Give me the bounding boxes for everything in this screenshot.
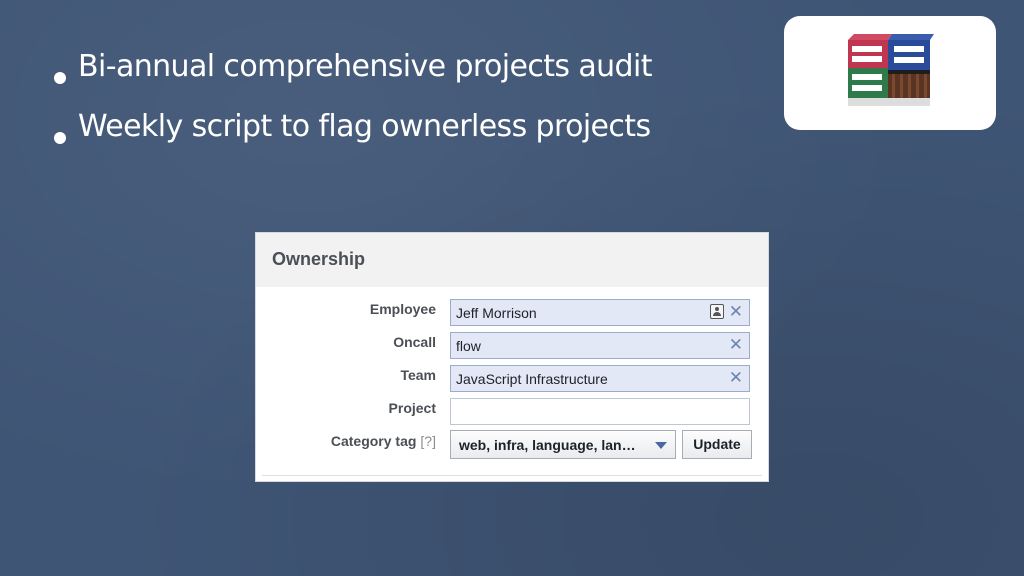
panel-header: Ownership xyxy=(256,233,768,287)
oncall-value: flow xyxy=(456,338,481,354)
category-tag-value: web, infra, language, lan… xyxy=(459,437,636,453)
category-tag-select[interactable]: web, infra, language, lan… xyxy=(450,430,676,459)
project-input[interactable] xyxy=(450,398,750,425)
archive-boxes-icon xyxy=(848,34,934,106)
bullet-text: Bi-annual comprehensive projects audit xyxy=(78,49,652,84)
team-field[interactable]: JavaScript Infrastructure ✕ xyxy=(450,365,750,392)
bullet-text: Weekly script to flag ownerless projects xyxy=(78,109,651,144)
category-tag-label: Category tag [?] xyxy=(256,433,436,449)
bullet-item: Weekly script to flag ownerless projects xyxy=(36,109,652,144)
dropdown-caret-icon xyxy=(655,442,667,449)
remove-team-icon[interactable]: ✕ xyxy=(729,368,743,388)
remove-oncall-icon[interactable]: ✕ xyxy=(729,335,743,355)
oncall-field[interactable]: flow ✕ xyxy=(450,332,750,359)
oncall-label: Oncall xyxy=(393,334,436,350)
bullet-list: Bi-annual comprehensive projects audit W… xyxy=(36,52,652,172)
logo-card xyxy=(784,16,996,130)
update-button[interactable]: Update xyxy=(682,430,752,459)
project-label: Project xyxy=(388,400,436,416)
employee-label: Employee xyxy=(369,301,436,317)
ownership-panel: Ownership Employee Jeff Morrison ✕ Oncal… xyxy=(255,232,769,482)
bullet-dot-icon xyxy=(54,132,66,144)
bullet-dot-icon xyxy=(54,72,66,84)
category-tag-text: Category tag xyxy=(330,433,417,449)
team-value: JavaScript Infrastructure xyxy=(456,371,608,387)
employee-field[interactable]: Jeff Morrison ✕ xyxy=(450,299,750,326)
employee-value: Jeff Morrison xyxy=(456,305,537,321)
category-help-link[interactable]: [?] xyxy=(420,433,436,449)
bullet-item: Bi-annual comprehensive projects audit xyxy=(36,49,652,84)
person-card-icon[interactable] xyxy=(710,304,724,319)
panel-title: Ownership xyxy=(272,249,366,269)
remove-employee-icon[interactable]: ✕ xyxy=(729,302,743,322)
panel-divider xyxy=(262,475,762,476)
team-label: Team xyxy=(400,367,436,383)
